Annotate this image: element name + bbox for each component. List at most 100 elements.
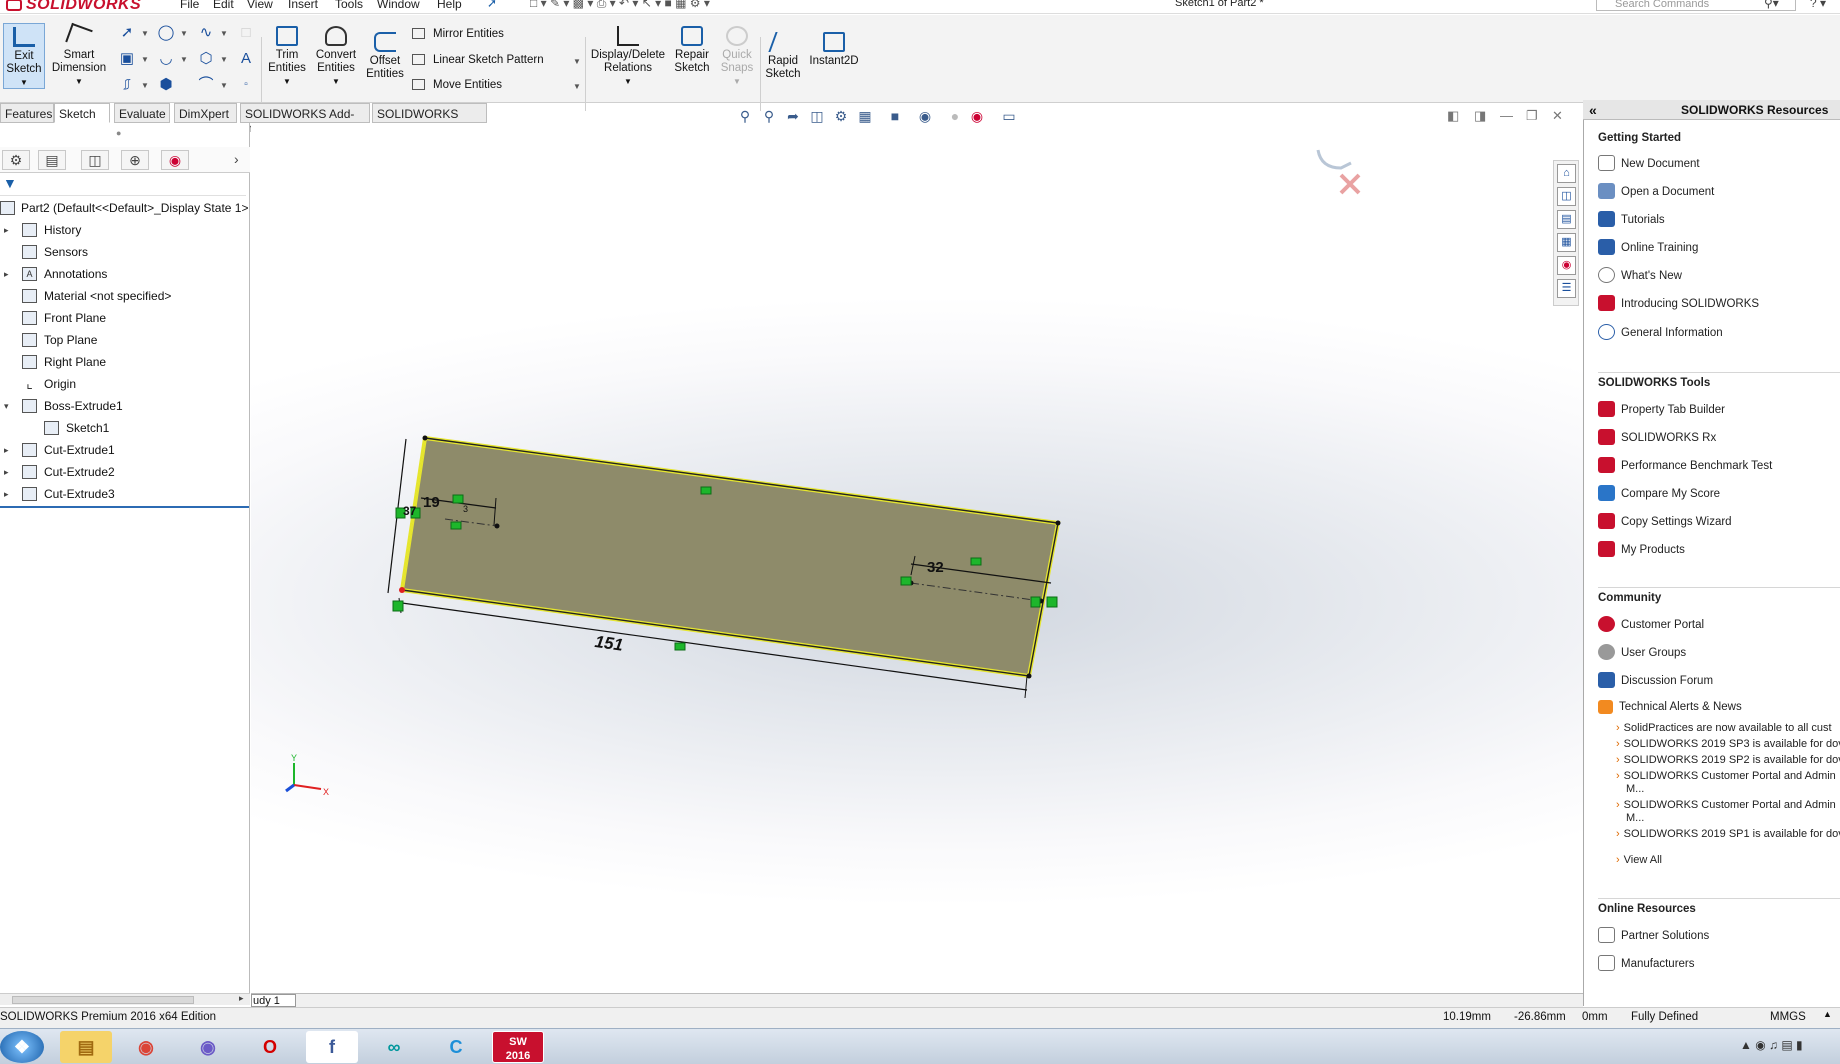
partner-solutions-link[interactable]: Partner Solutions	[1598, 927, 1709, 945]
performance-benchmark-link[interactable]: Performance Benchmark Test	[1598, 457, 1772, 475]
tab-features[interactable]: Features	[0, 103, 54, 123]
home-icon[interactable]: ⌂	[1557, 164, 1576, 183]
dynamic-annotation-icon[interactable]: ⚙	[832, 107, 850, 125]
c-app-icon[interactable]: C	[430, 1031, 482, 1063]
plane-tool-icon[interactable]: □	[236, 25, 256, 41]
new-document-link[interactable]: New Document	[1598, 155, 1700, 173]
chrome-icon[interactable]: ◉	[120, 1031, 172, 1063]
section-view-icon[interactable]: ◫	[808, 107, 826, 125]
news-item-continued[interactable]: M...	[1626, 812, 1644, 825]
search-icon[interactable]: ⚲▾	[1764, 0, 1779, 10]
quick-snaps-button[interactable]: Quick Snaps ▼	[716, 26, 758, 88]
tray-icons[interactable]: ▲ ◉ ♫ ▤ ▮	[1740, 1038, 1803, 1052]
sketch-face[interactable]	[399, 435, 1061, 679]
fillet-tool-icon[interactable]: ⌒	[196, 77, 216, 93]
text-tool-icon[interactable]: A	[236, 51, 256, 67]
previous-view-icon[interactable]: ➦	[784, 107, 802, 125]
rectangle-tool-icon[interactable]: ▣	[117, 51, 137, 67]
tile-right-icon[interactable]: ◨	[1474, 108, 1486, 124]
file-explorer-icon[interactable]: ▤	[60, 1031, 112, 1063]
view-all-link[interactable]: › View All	[1616, 854, 1662, 867]
point-tool-icon[interactable]: ▫	[236, 77, 256, 93]
menu-insert[interactable]: Insert	[288, 0, 318, 11]
general-information-link[interactable]: General Information	[1598, 324, 1723, 342]
slot-tool-icon[interactable]: ⎎	[117, 77, 137, 93]
graphics-area[interactable]: 151 19 37 32 3 Y X	[251, 123, 1583, 993]
circle-tool-icon[interactable]: ◯	[156, 25, 176, 41]
menu-view[interactable]: View	[247, 0, 273, 11]
mirror-entities-button[interactable]: Mirror Entities	[412, 28, 504, 40]
tree-item-top-plane[interactable]: Top Plane	[0, 329, 250, 351]
news-item[interactable]: › SOLIDWORKS Customer Portal and Admin	[1616, 799, 1836, 812]
units-selector[interactable]: MMGS	[1770, 1011, 1806, 1023]
tree-item-annotations[interactable]: ▸ A Annotations	[0, 263, 250, 285]
customer-portal-link[interactable]: Customer Portal	[1598, 616, 1704, 634]
chevron-right-icon[interactable]: ›	[234, 151, 239, 167]
view-orientation-icon[interactable]: ▦	[856, 107, 874, 125]
tree-item-boss-extrude1[interactable]: ▾ Boss-Extrude1	[0, 395, 250, 417]
property-tab-builder-link[interactable]: Property Tab Builder	[1598, 401, 1725, 419]
property-manager-tab-icon[interactable]: ▤	[38, 150, 66, 170]
rapid-sketch-button[interactable]: Rapid Sketch	[763, 32, 803, 81]
sketch-canvas[interactable]: 151 19 37 32 3 Y X	[251, 123, 1583, 993]
exit-sketch-button[interactable]: Exit Sketch ▼	[3, 23, 45, 89]
tree-item-front-plane[interactable]: Front Plane	[0, 307, 250, 329]
solidworks-taskbar-icon[interactable]: SW 2016	[492, 1031, 544, 1063]
hide-show-icon[interactable]: ◉	[916, 107, 934, 125]
feature-tree-tab-icon[interactable]: ⚙	[2, 150, 30, 170]
close-icon[interactable]: ✕	[1552, 108, 1563, 124]
menu-tools[interactable]: Tools	[335, 0, 363, 11]
tree-item-history[interactable]: ▸ History	[0, 219, 250, 241]
menu-file[interactable]: File	[180, 0, 199, 11]
collapse-panel-icon[interactable]: «	[1589, 100, 1597, 120]
display-delete-relations-button[interactable]: Display/Delete Relations ▼	[589, 26, 667, 88]
tree-filter[interactable]: ▼	[0, 174, 246, 196]
zoom-to-fit-icon[interactable]: ⚲	[736, 107, 754, 125]
custom-properties-icon[interactable]: ☰	[1557, 279, 1576, 298]
dimension-label-19[interactable]: 19	[423, 494, 440, 511]
tab-addins[interactable]: SOLIDWORKS Add-Ins	[240, 103, 370, 135]
edit-appearance-icon[interactable]: ●	[946, 107, 964, 125]
quick-access-icons[interactable]: □ ▾ ✎ ▾ ▩ ▾ ⎙ ▾ ↶ ▾ ↖ ▾ ■ ▦ ⚙ ▾	[530, 0, 710, 11]
whats-new-link[interactable]: What's New	[1598, 267, 1682, 285]
cancel-sketch-icon[interactable]	[1339, 173, 1361, 195]
tree-item-cut-extrude3[interactable]: ▸ Cut-Extrude3	[0, 483, 250, 505]
help-icon[interactable]: ? ▾	[1810, 0, 1826, 10]
tree-item-material[interactable]: Material <not specified>	[0, 285, 250, 307]
units-dropdown-icon[interactable]: ▲	[1823, 1009, 1832, 1019]
facebook-icon[interactable]: f	[306, 1031, 358, 1063]
pin-icon[interactable]: ➚	[487, 0, 497, 10]
news-item[interactable]: › SOLIDWORKS Customer Portal and Admin	[1616, 770, 1836, 783]
smart-dimension-button[interactable]: Smart Dimension ▼	[50, 22, 108, 88]
copy-settings-wizard-link[interactable]: Copy Settings Wizard	[1598, 513, 1732, 531]
line-tool-icon[interactable]: ➚	[117, 25, 137, 41]
start-button[interactable]: ❖	[0, 1031, 44, 1063]
filter-icon[interactable]: ▼	[3, 175, 17, 191]
spline-tool-icon[interactable]: ∿	[196, 25, 216, 41]
trim-entities-button[interactable]: Trim Entities ▼	[266, 26, 308, 88]
scroll-thumb[interactable]	[12, 996, 194, 1004]
polygon2-tool-icon[interactable]: ⬢	[156, 77, 176, 93]
configuration-tab-icon[interactable]: ◫	[81, 150, 109, 170]
menu-window[interactable]: Window	[377, 0, 420, 11]
tree-item-cut-extrude1[interactable]: ▸ Cut-Extrude1	[0, 439, 250, 461]
rollback-bar[interactable]	[0, 506, 249, 508]
news-item[interactable]: › SOLIDWORKS 2019 SP2 is available for do…	[1616, 754, 1840, 767]
repair-sketch-button[interactable]: Repair Sketch	[671, 26, 713, 75]
file-explorer-icon[interactable]: ▤	[1557, 210, 1576, 229]
dimension-label-37[interactable]: 37	[403, 504, 417, 518]
tree-item-sketch1[interactable]: Sketch1	[0, 417, 250, 439]
tab-evaluate[interactable]: Evaluate	[114, 103, 170, 123]
tab-scroll-icon[interactable]: ▸	[239, 993, 244, 1004]
zoom-area-icon[interactable]: ⚲	[760, 107, 778, 125]
paint-icon[interactable]: ◉	[182, 1031, 234, 1063]
appearances-icon[interactable]: ◉	[1557, 256, 1576, 275]
tutorials-link[interactable]: Tutorials	[1598, 211, 1665, 229]
tile-left-icon[interactable]: ◧	[1447, 108, 1459, 124]
scene-icon[interactable]: ◉	[968, 107, 986, 125]
horizontal-scrollbar[interactable]	[0, 993, 250, 1005]
solidworks-rx-link[interactable]: SOLIDWORKS Rx	[1598, 429, 1716, 447]
technical-alerts-link[interactable]: Technical Alerts & News	[1598, 698, 1742, 716]
polygon-tool-icon[interactable]: ⬡	[196, 51, 216, 67]
dimension-label-32[interactable]: 32	[927, 559, 944, 576]
